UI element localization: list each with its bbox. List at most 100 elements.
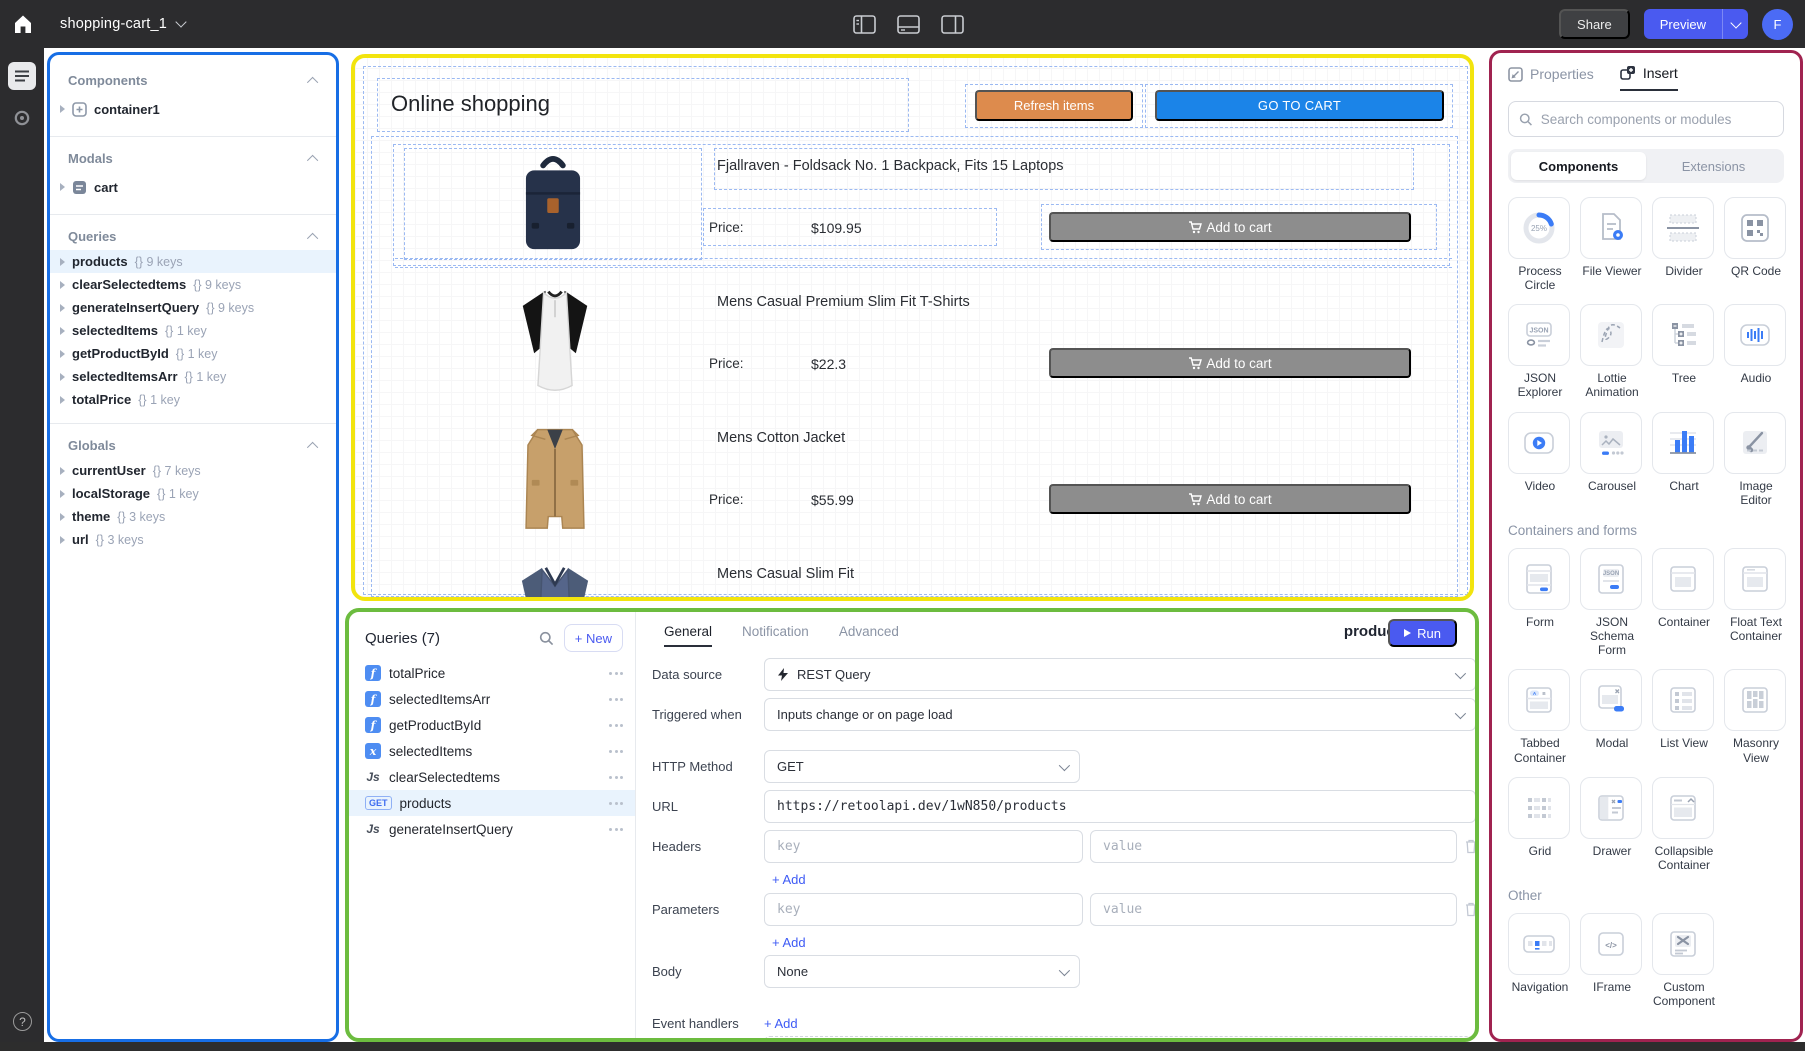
toggle-extensions[interactable]: Extensions xyxy=(1646,152,1781,180)
component-card-form[interactable]: Form xyxy=(1508,548,1572,657)
more-options-icon[interactable] xyxy=(609,828,623,831)
more-options-icon[interactable] xyxy=(609,672,623,675)
component-card-list-view[interactable]: List View xyxy=(1652,669,1716,764)
http-method-select[interactable]: GET xyxy=(764,750,1080,783)
query-row-totalPrice[interactable]: f totalPrice xyxy=(349,660,635,686)
component-card-masonry-view[interactable]: Masonry View xyxy=(1724,669,1788,764)
data-source-select[interactable]: REST Query xyxy=(764,658,1476,691)
component-card-float-text-container[interactable]: Float Text Container xyxy=(1724,548,1788,657)
modals-section-header[interactable]: Modals xyxy=(50,141,336,172)
component-card-json-schema-form[interactable]: JSON JSON Schema Form xyxy=(1580,548,1644,657)
headers-key-input[interactable] xyxy=(764,830,1083,863)
tree-item-generateInsertQuery[interactable]: generateInsertQuery {} 9 keys xyxy=(50,296,336,319)
search-icon[interactable] xyxy=(539,631,554,646)
component-card-file-viewer[interactable]: File Viewer xyxy=(1580,197,1644,292)
tree-item-url[interactable]: url {} 3 keys xyxy=(50,528,336,551)
component-tree-rail-button[interactable] xyxy=(8,62,36,90)
component-card-lottie-animation[interactable]: Lottie Animation xyxy=(1580,304,1644,399)
component-card-container[interactable]: Container xyxy=(1652,548,1716,657)
app-menu-chevron-icon[interactable] xyxy=(175,16,186,27)
url-input[interactable] xyxy=(764,790,1476,823)
add-to-cart-button[interactable]: Add to cart xyxy=(1049,348,1411,378)
component-card-navigation[interactable]: Navigation xyxy=(1508,913,1572,1008)
component-search-input[interactable] xyxy=(1541,112,1773,127)
product-row-4[interactable]: Mens Casual Slim Fit xyxy=(379,554,1454,601)
component-card-image-editor[interactable]: Image Editor xyxy=(1724,412,1788,507)
tree-item-clearSelectedtems[interactable]: clearSelectedtems {} 9 keys xyxy=(50,273,336,296)
tree-item-localStorage[interactable]: localStorage {} 1 key xyxy=(50,482,336,505)
tree-item-products[interactable]: products {} 9 keys xyxy=(50,250,336,273)
tree-item-selectedItems[interactable]: selectedItems {} 1 key xyxy=(50,319,336,342)
parameters-value-input[interactable] xyxy=(1090,893,1457,926)
component-card-custom-component[interactable]: Custom Component xyxy=(1652,913,1716,1008)
tree-item-container1[interactable]: container1 xyxy=(50,94,336,124)
toggle-right-panel-button[interactable] xyxy=(940,14,964,34)
help-button[interactable]: ? xyxy=(13,1012,32,1031)
query-row-selectedItemsArr[interactable]: f selectedItemsArr xyxy=(349,686,635,712)
parameters-key-input[interactable] xyxy=(764,893,1083,926)
query-row-generateInsertQuery[interactable]: Js generateInsertQuery xyxy=(349,816,635,842)
app-canvas[interactable]: Online shopping Refresh items GO TO CART… xyxy=(351,54,1474,601)
tree-item-currentUser[interactable]: currentUser {} 7 keys xyxy=(50,459,336,482)
avatar[interactable]: F xyxy=(1762,9,1793,40)
go-to-cart-button[interactable]: GO TO CART xyxy=(1155,90,1444,121)
component-card-video[interactable]: Video xyxy=(1508,412,1572,507)
component-card-collapsible-container[interactable]: Collapsible Container xyxy=(1652,777,1716,872)
more-options-icon[interactable] xyxy=(609,698,623,701)
component-card-audio[interactable]: Audio xyxy=(1724,304,1788,399)
tree-item-selectedItemsArr[interactable]: selectedItemsArr {} 1 key xyxy=(50,365,336,388)
parameters-add-link[interactable]: + Add xyxy=(772,935,806,950)
home-button[interactable] xyxy=(0,0,46,48)
tree-item-totalPrice[interactable]: totalPrice {} 1 key xyxy=(50,388,336,411)
query-row-getProductById[interactable]: f getProductById xyxy=(349,712,635,738)
query-row-clearSelectedtems[interactable]: Js clearSelectedtems xyxy=(349,764,635,790)
refresh-items-button[interactable]: Refresh items xyxy=(975,90,1133,121)
product-row-3[interactable]: Mens Cotton Jacket Price: $55.99 Add to … xyxy=(379,418,1454,536)
query-row-selectedItems[interactable]: x selectedItems xyxy=(349,738,635,764)
tree-item-theme[interactable]: theme {} 3 keys xyxy=(50,505,336,528)
component-card-json-explorer[interactable]: JSON JSON Explorer xyxy=(1508,304,1572,399)
component-card-chart[interactable]: Chart xyxy=(1652,412,1716,507)
body-select[interactable]: None xyxy=(764,955,1080,988)
triggered-when-select[interactable]: Inputs change or on page load xyxy=(764,698,1476,731)
component-card-modal[interactable]: Modal xyxy=(1580,669,1644,764)
tab-properties[interactable]: Properties xyxy=(1508,66,1594,90)
query-row-products[interactable]: GET products xyxy=(349,790,635,816)
component-card-iframe[interactable]: </> IFrame xyxy=(1580,913,1644,1008)
component-card-drawer[interactable]: Drawer xyxy=(1580,777,1644,872)
component-card-tree[interactable]: Tree xyxy=(1652,304,1716,399)
headers-add-link[interactable]: + Add xyxy=(772,872,806,887)
toggle-left-panel-button[interactable] xyxy=(852,14,876,34)
tab-notification[interactable]: Notification xyxy=(742,624,809,647)
run-button[interactable]: Run xyxy=(1388,619,1457,647)
delete-parameter-icon[interactable] xyxy=(1464,901,1479,919)
share-button[interactable]: Share xyxy=(1559,9,1630,39)
tree-item-cart[interactable]: cart xyxy=(50,172,336,202)
component-card-carousel[interactable]: Carousel xyxy=(1580,412,1644,507)
globals-section-header[interactable]: Globals xyxy=(50,428,336,459)
product-row-1[interactable]: Fjallraven - Foldsack No. 1 Backpack, Fi… xyxy=(379,146,1454,264)
more-options-icon[interactable] xyxy=(609,776,623,779)
component-card-qr-code[interactable]: QR Code xyxy=(1724,197,1788,292)
component-card-divider[interactable]: Divider xyxy=(1652,197,1716,292)
tab-general[interactable]: General xyxy=(664,624,712,647)
new-query-button[interactable]: + New xyxy=(564,624,623,652)
settings-rail-button[interactable] xyxy=(8,104,36,132)
event-handlers-add-link[interactable]: + Add xyxy=(764,1016,798,1031)
toggle-bottom-panel-button[interactable] xyxy=(896,14,920,34)
components-section-header[interactable]: Components xyxy=(50,63,336,94)
delete-header-icon[interactable] xyxy=(1464,838,1479,856)
headers-value-input[interactable] xyxy=(1090,830,1457,863)
preview-dropdown-button[interactable] xyxy=(1722,9,1748,39)
tab-insert[interactable]: Insert xyxy=(1620,65,1678,91)
component-card-process-circle[interactable]: 25% Process Circle xyxy=(1508,197,1572,292)
queries-section-header[interactable]: Queries xyxy=(50,219,336,250)
add-to-cart-button[interactable]: Add to cart xyxy=(1049,212,1411,242)
component-search[interactable] xyxy=(1508,101,1784,137)
more-options-icon[interactable] xyxy=(609,750,623,753)
add-to-cart-button[interactable]: Add to cart xyxy=(1049,484,1411,514)
component-card-grid[interactable]: Grid xyxy=(1508,777,1572,872)
toggle-components[interactable]: Components xyxy=(1511,152,1646,180)
product-row-2[interactable]: Mens Casual Premium Slim Fit T-Shirts Pr… xyxy=(379,282,1454,400)
preview-button[interactable]: Preview xyxy=(1644,9,1722,39)
